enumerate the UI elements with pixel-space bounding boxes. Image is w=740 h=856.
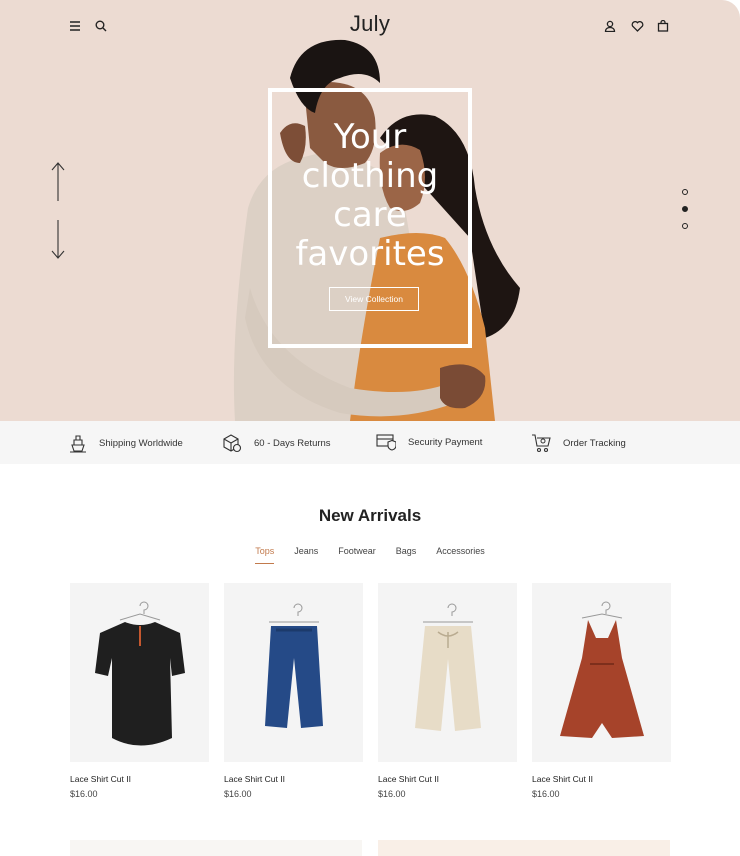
feature-label: Security Payment — [408, 436, 483, 448]
product-card[interactable]: Lace Shirt Cut II $16.00 — [224, 583, 363, 799]
secure-payment-icon — [376, 434, 396, 451]
feature-tracking: Order Tracking — [531, 433, 626, 453]
slider-dot-active[interactable] — [682, 206, 688, 212]
return-box-icon — [223, 434, 242, 453]
tab-jeans[interactable]: Jeans — [294, 546, 318, 564]
feature-label: Shipping Worldwide — [99, 437, 183, 449]
headline-line: care — [333, 195, 407, 235]
tab-footwear[interactable]: Footwear — [338, 546, 376, 564]
slider-dot[interactable] — [682, 223, 688, 229]
bag-icon[interactable] — [655, 18, 671, 34]
headline-line: Your — [333, 117, 407, 157]
product-card[interactable]: Lace Shirt Cut II $16.00 — [70, 583, 209, 799]
heart-icon[interactable] — [629, 18, 645, 34]
hero-banner: July Your clothing care favorites View C… — [0, 0, 740, 421]
product-name[interactable]: Lace Shirt Cut II — [378, 774, 517, 784]
slider-dot[interactable] — [682, 189, 688, 195]
product-price: $16.00 — [70, 789, 98, 799]
slider-dots — [682, 189, 688, 229]
product-price: $16.00 — [224, 789, 252, 799]
product-image[interactable] — [224, 583, 363, 762]
features-bar: Shipping Worldwide 60 - Days Returns Sec… — [0, 421, 740, 464]
headline-line: favorites — [295, 234, 445, 274]
product-card[interactable]: Lace Shirt Cut II $16.00 — [532, 583, 671, 799]
product-card[interactable]: Lace Shirt Cut II $16.00 — [378, 583, 517, 799]
feature-security: Security Payment — [376, 433, 482, 451]
next-section-image — [70, 840, 362, 856]
feature-shipping: Shipping Worldwide — [69, 433, 183, 453]
product-name[interactable]: Lace Shirt Cut II — [532, 774, 671, 784]
product-image[interactable] — [532, 583, 671, 762]
tracking-cart-icon — [532, 434, 551, 453]
feature-label: Order Tracking — [563, 437, 626, 449]
next-section-image — [378, 840, 670, 856]
product-name[interactable]: Lace Shirt Cut II — [224, 774, 363, 784]
arrow-up-icon[interactable] — [50, 162, 66, 207]
feature-label: 60 - Days Returns — [254, 437, 331, 449]
ship-icon — [70, 435, 86, 453]
product-image[interactable] — [378, 583, 517, 762]
tab-bags[interactable]: Bags — [396, 546, 417, 564]
arrow-down-icon[interactable] — [50, 219, 66, 264]
tab-tops[interactable]: Tops — [255, 546, 275, 564]
product-name[interactable]: Lace Shirt Cut II — [70, 774, 209, 784]
section-title: New Arrivals — [318, 506, 422, 525]
user-icon[interactable] — [602, 18, 618, 34]
product-image[interactable] — [70, 583, 209, 762]
product-price: $16.00 — [532, 789, 560, 799]
product-price: $16.00 — [378, 789, 406, 799]
view-collection-button[interactable]: View Collection — [329, 287, 419, 311]
hero-headline: Your clothing care favorites — [268, 118, 472, 274]
tab-accessories[interactable]: Accessories — [436, 546, 485, 564]
headline-line: clothing — [301, 156, 439, 196]
feature-returns: 60 - Days Returns — [222, 433, 331, 453]
category-tabs: Tops Jeans Footwear Bags Accessories — [0, 546, 740, 564]
